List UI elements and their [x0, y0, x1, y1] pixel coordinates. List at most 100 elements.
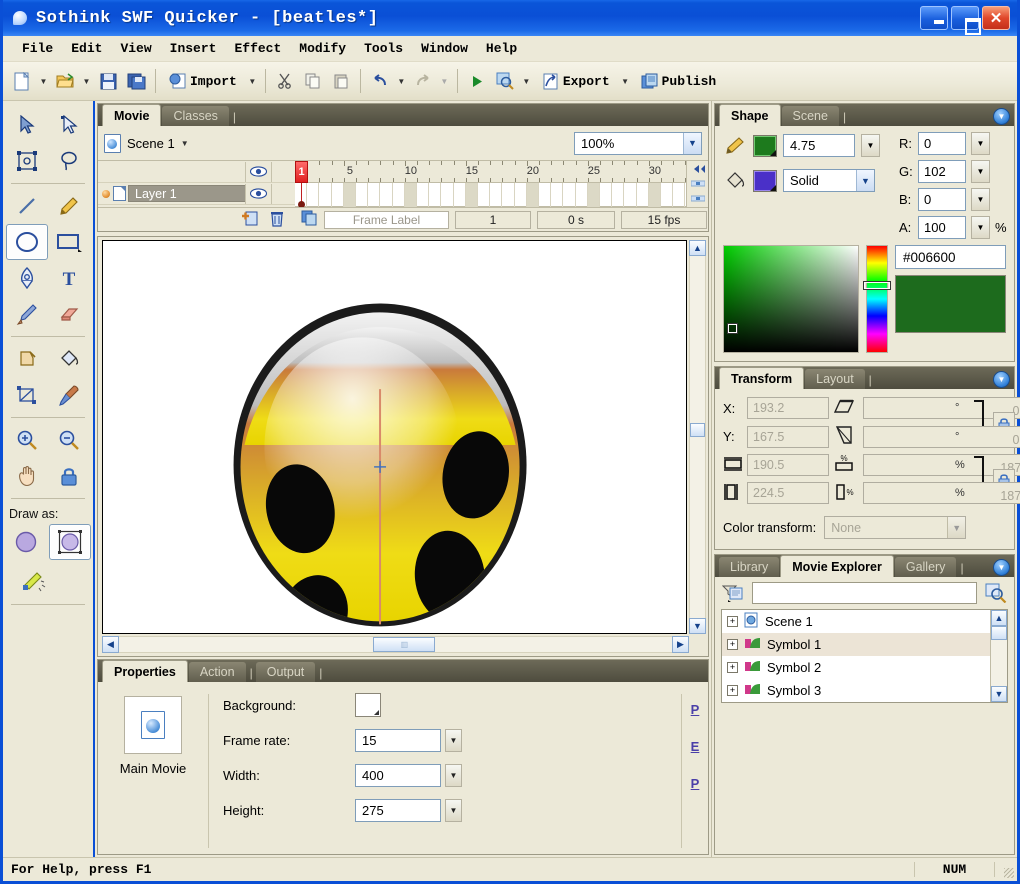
onion-skin-icon[interactable]	[690, 164, 706, 173]
stage-horizontal-scrollbar[interactable]: ◀ ▥ ▶	[102, 636, 689, 653]
frame-cell[interactable]	[356, 183, 368, 207]
import-dropdown-icon[interactable]: ▼	[246, 68, 259, 94]
menu-view[interactable]: View	[111, 38, 160, 59]
pencil-tool[interactable]	[48, 188, 90, 224]
explorer-scrollbar[interactable]: ▲ ▼	[990, 610, 1007, 702]
explorer-search-input[interactable]	[752, 582, 977, 604]
vscroll-thumb[interactable]	[690, 423, 705, 437]
list-item[interactable]: + Symbol 1	[722, 633, 990, 656]
menu-help[interactable]: Help	[477, 38, 526, 59]
frame-cell[interactable]	[600, 183, 612, 207]
save-button[interactable]	[95, 68, 121, 94]
frame-cell[interactable]	[307, 183, 319, 207]
minimize-button[interactable]	[920, 6, 948, 30]
resize-grip-icon[interactable]	[995, 858, 1017, 881]
frame-cell[interactable]	[417, 183, 429, 207]
color-transform-select[interactable]: None ▼	[824, 516, 966, 539]
preview-link[interactable]: P	[691, 702, 700, 717]
tab-layout[interactable]: Layout	[805, 369, 865, 389]
chevron-down-icon[interactable]: ▼	[947, 517, 965, 538]
export-dropdown-icon[interactable]: ▼	[619, 68, 632, 94]
vscroll-track[interactable]	[689, 256, 706, 618]
subselect-tool[interactable]	[48, 107, 90, 143]
alpha-dropdown-icon[interactable]: ▼	[971, 216, 990, 239]
paint-bucket-tool[interactable]	[48, 341, 90, 377]
frame-view-icon-1[interactable]	[690, 179, 706, 188]
publish-link[interactable]: P	[691, 776, 700, 791]
tab-output[interactable]: Output	[256, 662, 316, 682]
scroll-up-icon[interactable]: ▲	[991, 610, 1007, 626]
stage-vertical-scrollbar[interactable]: ▲ ▼	[689, 240, 706, 634]
preview-dropdown-icon[interactable]: ▼	[520, 68, 533, 94]
panel-options-chevron-icon[interactable]: ▼	[993, 371, 1010, 388]
explorer-scroll-thumb[interactable]	[991, 626, 1007, 640]
fill-style-select[interactable]: Solid ▼	[783, 169, 875, 192]
pen-tool[interactable]	[6, 260, 48, 296]
frame-rate-input[interactable]: 15	[355, 729, 441, 752]
new-button[interactable]	[9, 68, 35, 94]
frame-cell[interactable]	[588, 183, 600, 207]
frame-cell[interactable]	[527, 183, 539, 207]
draw-as-shape-button[interactable]	[5, 524, 47, 560]
frame-cell[interactable]	[405, 183, 417, 207]
play-button[interactable]	[464, 68, 490, 94]
hex-input[interactable]: #006600	[895, 245, 1006, 269]
free-transform-tool[interactable]	[6, 143, 48, 179]
height-input[interactable]: 275	[355, 799, 441, 822]
close-button[interactable]	[982, 6, 1010, 30]
explorer-scroll-track[interactable]	[991, 640, 1007, 686]
gradient-transform-tool[interactable]	[6, 377, 48, 413]
scene-dropdown-icon[interactable]: ▼	[181, 139, 189, 148]
menu-file[interactable]: File	[13, 38, 62, 59]
frame-cell[interactable]	[624, 183, 636, 207]
frame-cell[interactable]	[466, 183, 478, 207]
open-dropdown-icon[interactable]: ▼	[80, 68, 93, 94]
expand-plus-icon[interactable]: +	[727, 639, 738, 650]
blue-dropdown-icon[interactable]: ▼	[971, 188, 990, 211]
layer-name[interactable]: Layer 1	[128, 185, 245, 202]
redo-button[interactable]	[410, 68, 436, 94]
frame-cell[interactable]	[539, 183, 551, 207]
layer-row[interactable]: Layer 1	[98, 183, 295, 205]
zoom-out-tool[interactable]	[48, 422, 90, 458]
maximize-button[interactable]	[951, 6, 979, 30]
frame-cell[interactable]	[649, 183, 661, 207]
frame-cell[interactable]	[344, 183, 356, 207]
expand-plus-icon[interactable]: +	[727, 662, 738, 673]
playhead[interactable]: 1	[295, 161, 308, 183]
menu-effect[interactable]: Effect	[225, 38, 290, 59]
tab-classes[interactable]: Classes	[162, 106, 228, 126]
layer-eye-icon[interactable]	[245, 184, 271, 204]
frame-cell[interactable]	[637, 183, 649, 207]
frame-cell[interactable]	[490, 183, 502, 207]
skew-vertical-input[interactable]: 0	[863, 426, 1020, 448]
frame-cell[interactable]	[576, 183, 588, 207]
stroke-color-swatch[interactable]	[753, 135, 777, 157]
chevron-down-icon[interactable]: ▼	[683, 133, 701, 154]
y-input[interactable]: 167.5	[747, 426, 829, 448]
open-button[interactable]	[52, 68, 78, 94]
tab-scene[interactable]: Scene	[782, 106, 839, 126]
export-button[interactable]: Export	[535, 68, 617, 94]
zoom-in-tool[interactable]	[6, 422, 48, 458]
shape-width-input[interactable]: 190.5	[747, 454, 829, 476]
panel-options-chevron-icon[interactable]: ▼	[993, 559, 1010, 576]
frame-ruler[interactable]: 51015202530	[295, 161, 686, 183]
delete-layer-icon[interactable]	[269, 210, 285, 230]
tab-action[interactable]: Action	[189, 662, 246, 682]
find-icon[interactable]	[984, 582, 1008, 604]
eraser-tool[interactable]	[48, 296, 90, 332]
list-item[interactable]: + Symbol 3	[722, 679, 990, 702]
height-dropdown-icon[interactable]: ▼	[445, 799, 462, 822]
scene-name-label[interactable]: Scene 1	[127, 136, 175, 151]
frame-cell[interactable]	[393, 183, 405, 207]
zoom-select[interactable]: 100% ▼	[574, 132, 702, 155]
save-all-button[interactable]	[123, 68, 149, 94]
draw-as-object-button[interactable]	[49, 524, 91, 560]
width-input[interactable]: 400	[355, 764, 441, 787]
insert-keyframe-icon[interactable]	[301, 210, 318, 229]
ink-bottle-tool[interactable]	[6, 341, 48, 377]
eye-icon[interactable]	[245, 162, 271, 182]
brush-tool[interactable]	[6, 296, 48, 332]
scale-height-input[interactable]: 187.6	[863, 482, 1020, 504]
